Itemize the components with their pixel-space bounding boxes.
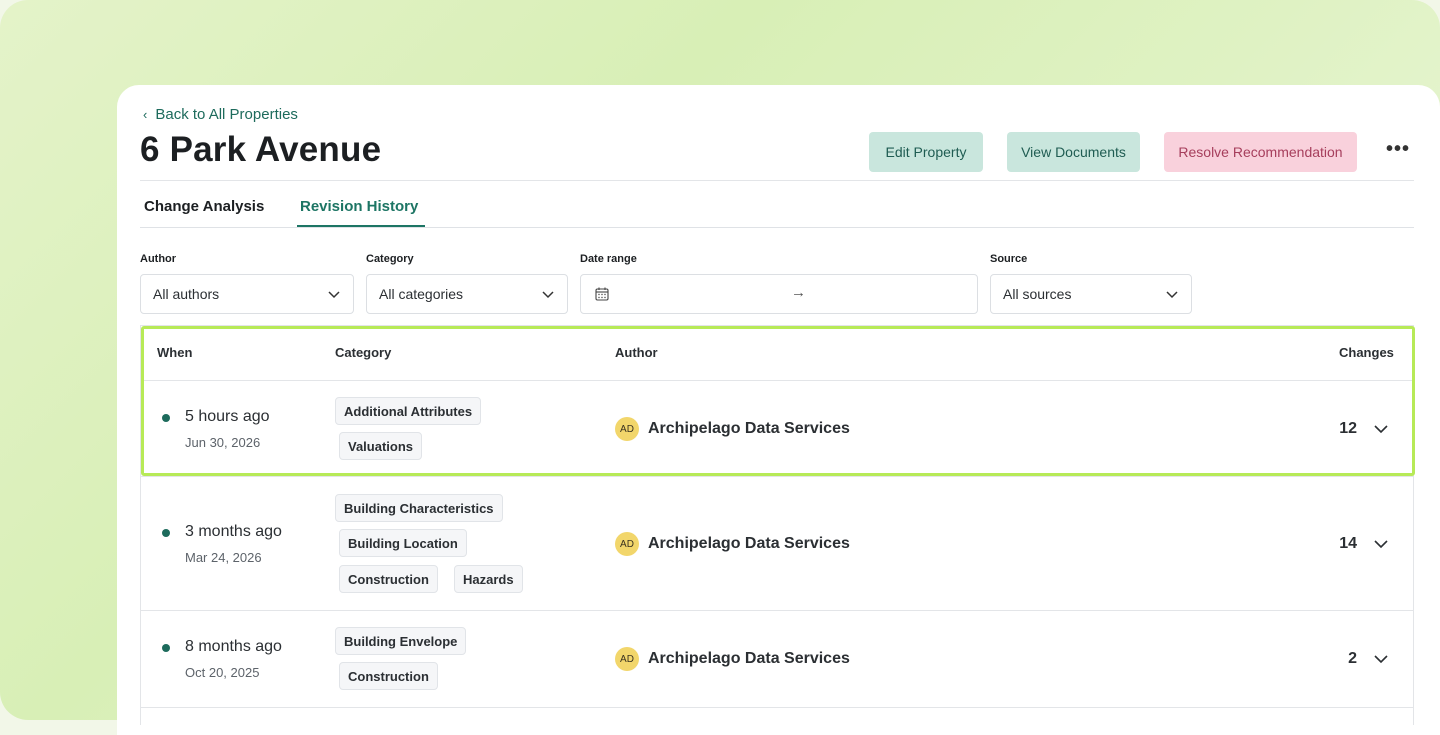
back-link[interactable]: ‹ Back to All Properties bbox=[143, 106, 298, 123]
row-when: 3 months ago bbox=[185, 523, 282, 540]
table-top-border bbox=[140, 325, 1414, 326]
page-title: 6 Park Avenue bbox=[140, 130, 382, 169]
avatar: AD bbox=[615, 647, 639, 671]
category-chip: Building Envelope bbox=[335, 627, 467, 655]
category-chip: Building Location bbox=[339, 529, 467, 557]
row-when: 8 months ago bbox=[185, 638, 282, 655]
source-select[interactable]: All sources bbox=[990, 274, 1192, 314]
resolve-recommendation-button[interactable]: Resolve Recommendation bbox=[1164, 132, 1357, 172]
tab-change-analysis[interactable]: Change Analysis bbox=[144, 198, 264, 215]
tabs-divider bbox=[140, 227, 1414, 228]
avatar: AD bbox=[615, 417, 639, 441]
chevron-down-icon bbox=[1166, 291, 1178, 299]
category-filter-label: Category bbox=[366, 253, 414, 265]
row-changes-count: 2 bbox=[1348, 650, 1357, 667]
category-chip: Construction bbox=[339, 565, 438, 593]
row-divider bbox=[140, 610, 1414, 611]
chevron-down-icon[interactable] bbox=[1373, 421, 1389, 437]
more-options-icon[interactable]: ••• bbox=[1386, 138, 1410, 161]
row-changes-count: 14 bbox=[1339, 535, 1357, 552]
chevron-down-icon[interactable] bbox=[1373, 536, 1389, 552]
column-header-changes: Changes bbox=[1339, 345, 1394, 360]
tab-revision-history[interactable]: Revision History bbox=[300, 198, 418, 215]
back-link-label: Back to All Properties bbox=[155, 106, 298, 123]
column-header-author: Author bbox=[615, 345, 658, 360]
row-author: Archipelago Data Services bbox=[648, 420, 850, 437]
row-author: Archipelago Data Services bbox=[648, 650, 850, 667]
calendar-icon bbox=[595, 287, 609, 301]
chevron-left-icon: ‹ bbox=[143, 107, 148, 122]
category-select-value: All categories bbox=[379, 286, 464, 302]
category-select[interactable]: All categories bbox=[366, 274, 568, 314]
header-divider bbox=[140, 380, 1414, 381]
avatar: AD bbox=[615, 532, 639, 556]
row-date: Jun 30, 2026 bbox=[185, 435, 261, 450]
row-divider bbox=[140, 476, 1414, 477]
author-select[interactable]: All authors bbox=[140, 274, 354, 314]
chevron-down-icon bbox=[542, 291, 554, 299]
author-select-value: All authors bbox=[153, 286, 220, 302]
row-divider bbox=[140, 707, 1414, 708]
status-dot bbox=[162, 529, 170, 537]
source-filter-label: Source bbox=[990, 253, 1028, 265]
date-range-picker[interactable]: → bbox=[580, 274, 978, 314]
category-chip: Additional Attributes bbox=[335, 397, 482, 425]
status-dot bbox=[162, 644, 170, 652]
status-dot bbox=[162, 414, 170, 422]
category-chip: Building Characteristics bbox=[335, 494, 503, 522]
row-changes-count: 12 bbox=[1339, 420, 1357, 437]
arrow-right-icon: → bbox=[791, 284, 806, 301]
chevron-down-icon bbox=[328, 291, 340, 299]
edit-property-button[interactable]: Edit Property bbox=[869, 132, 983, 172]
view-documents-button[interactable]: View Documents bbox=[1007, 132, 1140, 172]
column-header-category: Category bbox=[335, 345, 392, 360]
divider bbox=[140, 180, 1414, 181]
category-chip: Hazards bbox=[454, 565, 523, 593]
row-date: Mar 24, 2026 bbox=[185, 550, 262, 565]
row-date: Oct 20, 2025 bbox=[185, 665, 260, 680]
source-select-value: All sources bbox=[1003, 286, 1072, 302]
chevron-down-icon[interactable] bbox=[1373, 651, 1389, 667]
date-range-label: Date range bbox=[580, 253, 637, 265]
row-author: Archipelago Data Services bbox=[648, 535, 850, 552]
category-chip: Construction bbox=[339, 662, 438, 690]
row-when: 5 hours ago bbox=[185, 408, 270, 425]
author-filter-label: Author bbox=[140, 253, 177, 265]
category-chip: Valuations bbox=[339, 432, 423, 460]
column-header-when: When bbox=[157, 345, 193, 360]
